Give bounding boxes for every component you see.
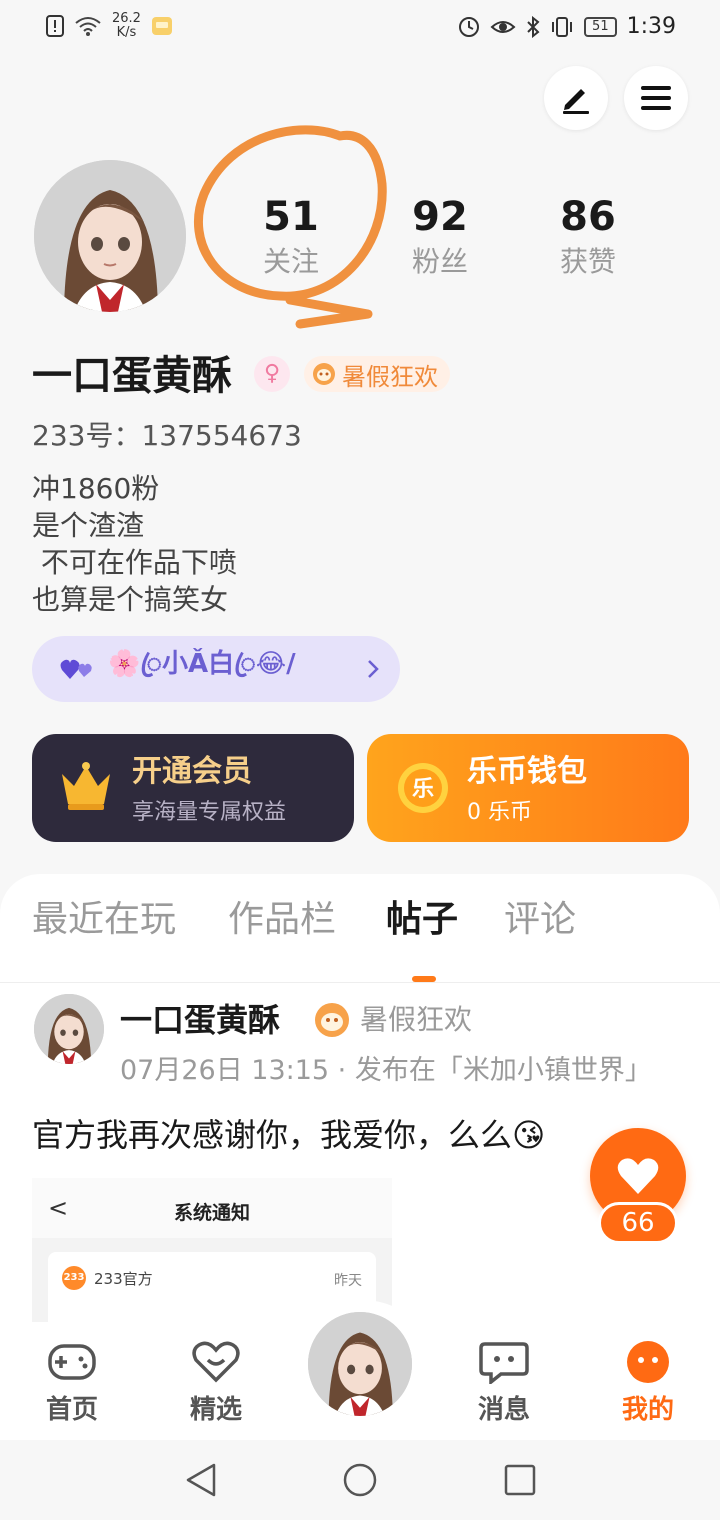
profile-tabs: 最近在玩 作品栏 帖子 评论 (0, 894, 720, 983)
tab-recently-played[interactable]: 最近在玩 (32, 894, 176, 946)
heart-badge-icon (192, 1341, 240, 1383)
friend-tag-pill[interactable]: 🌸ꦿ小Ǎ白ꦿ😂/ (32, 636, 400, 702)
vip-membership-card[interactable]: 开通会员 享海量专属权益 (32, 734, 354, 842)
screenshot-title: 系统通知 (173, 1202, 250, 1224)
tab-works[interactable]: 作品栏 (228, 894, 336, 946)
notification-app-icon (151, 17, 172, 35)
edit-profile-button[interactable] (544, 66, 608, 130)
home-circle-icon[interactable] (342, 1462, 378, 1498)
bio: 冲1860粉 是个渣渣 不可在作品下喷 也算是个搞笑女 (32, 470, 237, 618)
coin-icon: 乐 (398, 763, 448, 813)
hand-drawn-circle-annotation (194, 125, 387, 329)
nav-profile[interactable]: 我的 (598, 1340, 698, 1426)
bio-line: 冲1860粉 (32, 472, 160, 505)
post-meta[interactable]: 07月26日 13:15 · 发布在「米加小镇世界」 (120, 1052, 652, 1090)
nav-profile-label: 我的 (621, 1395, 674, 1425)
nav-home-label: 首页 (45, 1395, 98, 1425)
alert-icon (46, 15, 64, 37)
wallet-title: 乐币钱包 (467, 754, 587, 789)
recents-square-icon[interactable] (502, 1462, 538, 1498)
screenshot-logo: 233 (62, 1266, 86, 1290)
nav-featured-label: 精选 (189, 1395, 242, 1425)
screenshot-header: < 系统通知 (32, 1178, 392, 1238)
followers-stat[interactable]: 92 粉丝 (380, 192, 500, 282)
tabs-divider (0, 982, 720, 983)
crown-icon (62, 762, 110, 810)
bio-line: 不可在作品下喷 (32, 546, 237, 579)
bluetooth-icon (527, 15, 540, 38)
event-badge[interactable]: 暑假狂欢 (304, 356, 450, 392)
nav-messages-label: 消息 (477, 1395, 530, 1425)
post-event-badge-icon (315, 1003, 349, 1037)
avatar-illustration (308, 1312, 412, 1416)
nav-featured[interactable]: 精选 (166, 1340, 266, 1426)
clock: 1:39 (626, 14, 676, 39)
wallet-card[interactable]: 乐 乐币钱包 0 乐币 (367, 734, 689, 842)
profile-face-icon (627, 1341, 669, 1383)
like-count: 66 (598, 1202, 678, 1244)
likes-stat[interactable]: 86 获赞 (528, 192, 648, 282)
followers-count: 92 (412, 194, 468, 240)
nav-messages[interactable]: 消息 (454, 1340, 554, 1426)
screenshot-time: 昨天 (334, 1273, 362, 1289)
screenshot-sender: 233官方 (94, 1270, 153, 1288)
wallet-balance: 0 乐币 (467, 800, 532, 825)
vip-subtitle: 享海量专属权益 (132, 800, 287, 825)
username: 一口蛋黄酥 (32, 353, 232, 399)
chevron-right-icon (368, 660, 379, 678)
coin-glyph: 乐 (412, 777, 434, 802)
likes-label: 获赞 (559, 245, 616, 278)
bio-line: 是个渣渣 (32, 509, 145, 542)
menu-button[interactable] (624, 66, 688, 130)
profile-avatar[interactable] (34, 160, 186, 312)
nav-center-avatar[interactable] (304, 1308, 416, 1420)
tab-comments[interactable]: 评论 (504, 894, 576, 946)
user-id[interactable]: 233号：137554673 (32, 416, 302, 456)
avatar-illustration (34, 994, 104, 1064)
battery-indicator: 51 (584, 16, 617, 37)
vibrate-icon (552, 16, 573, 37)
post-text[interactable]: 官方我再次感谢你，我爱你，么么😘 (32, 1112, 545, 1158)
status-bar: 26.2 K/s 51 1:39 (0, 0, 720, 56)
wifi-icon (75, 17, 101, 36)
back-triangle-icon[interactable] (184, 1462, 218, 1498)
vip-title: 开通会员 (132, 754, 252, 789)
female-gender-icon: ♀ (254, 356, 290, 392)
pen-icon (563, 89, 589, 114)
double-heart-icon (60, 659, 92, 679)
eye-comfort-icon (490, 20, 516, 33)
post-author-avatar[interactable] (34, 994, 104, 1064)
followers-label: 粉丝 (411, 245, 468, 278)
chat-bubble-icon (479, 1342, 529, 1386)
post-author-name[interactable]: 一口蛋黄酥 (120, 998, 280, 1042)
likes-count: 86 (560, 194, 616, 240)
alarm-icon (459, 16, 480, 37)
hamburger-menu-icon (641, 86, 671, 110)
system-navigation-bar (0, 1440, 720, 1520)
avatar-illustration (34, 160, 186, 312)
friend-tag-text: 🌸ꦿ小Ǎ白ꦿ😂/ (108, 648, 296, 679)
event-badge-icon (313, 363, 335, 385)
event-badge-label: 暑假狂欢 (342, 362, 438, 391)
post-event-badge-label: 暑假狂欢 (360, 1003, 473, 1036)
bio-line: 也算是个搞笑女 (32, 583, 229, 616)
gamepad-icon (48, 1344, 96, 1380)
heart-icon (617, 1158, 659, 1194)
nav-home[interactable]: 首页 (22, 1340, 122, 1426)
network-speed: 26.2 K/s (112, 11, 141, 40)
tab-posts[interactable]: 帖子 (386, 894, 458, 946)
